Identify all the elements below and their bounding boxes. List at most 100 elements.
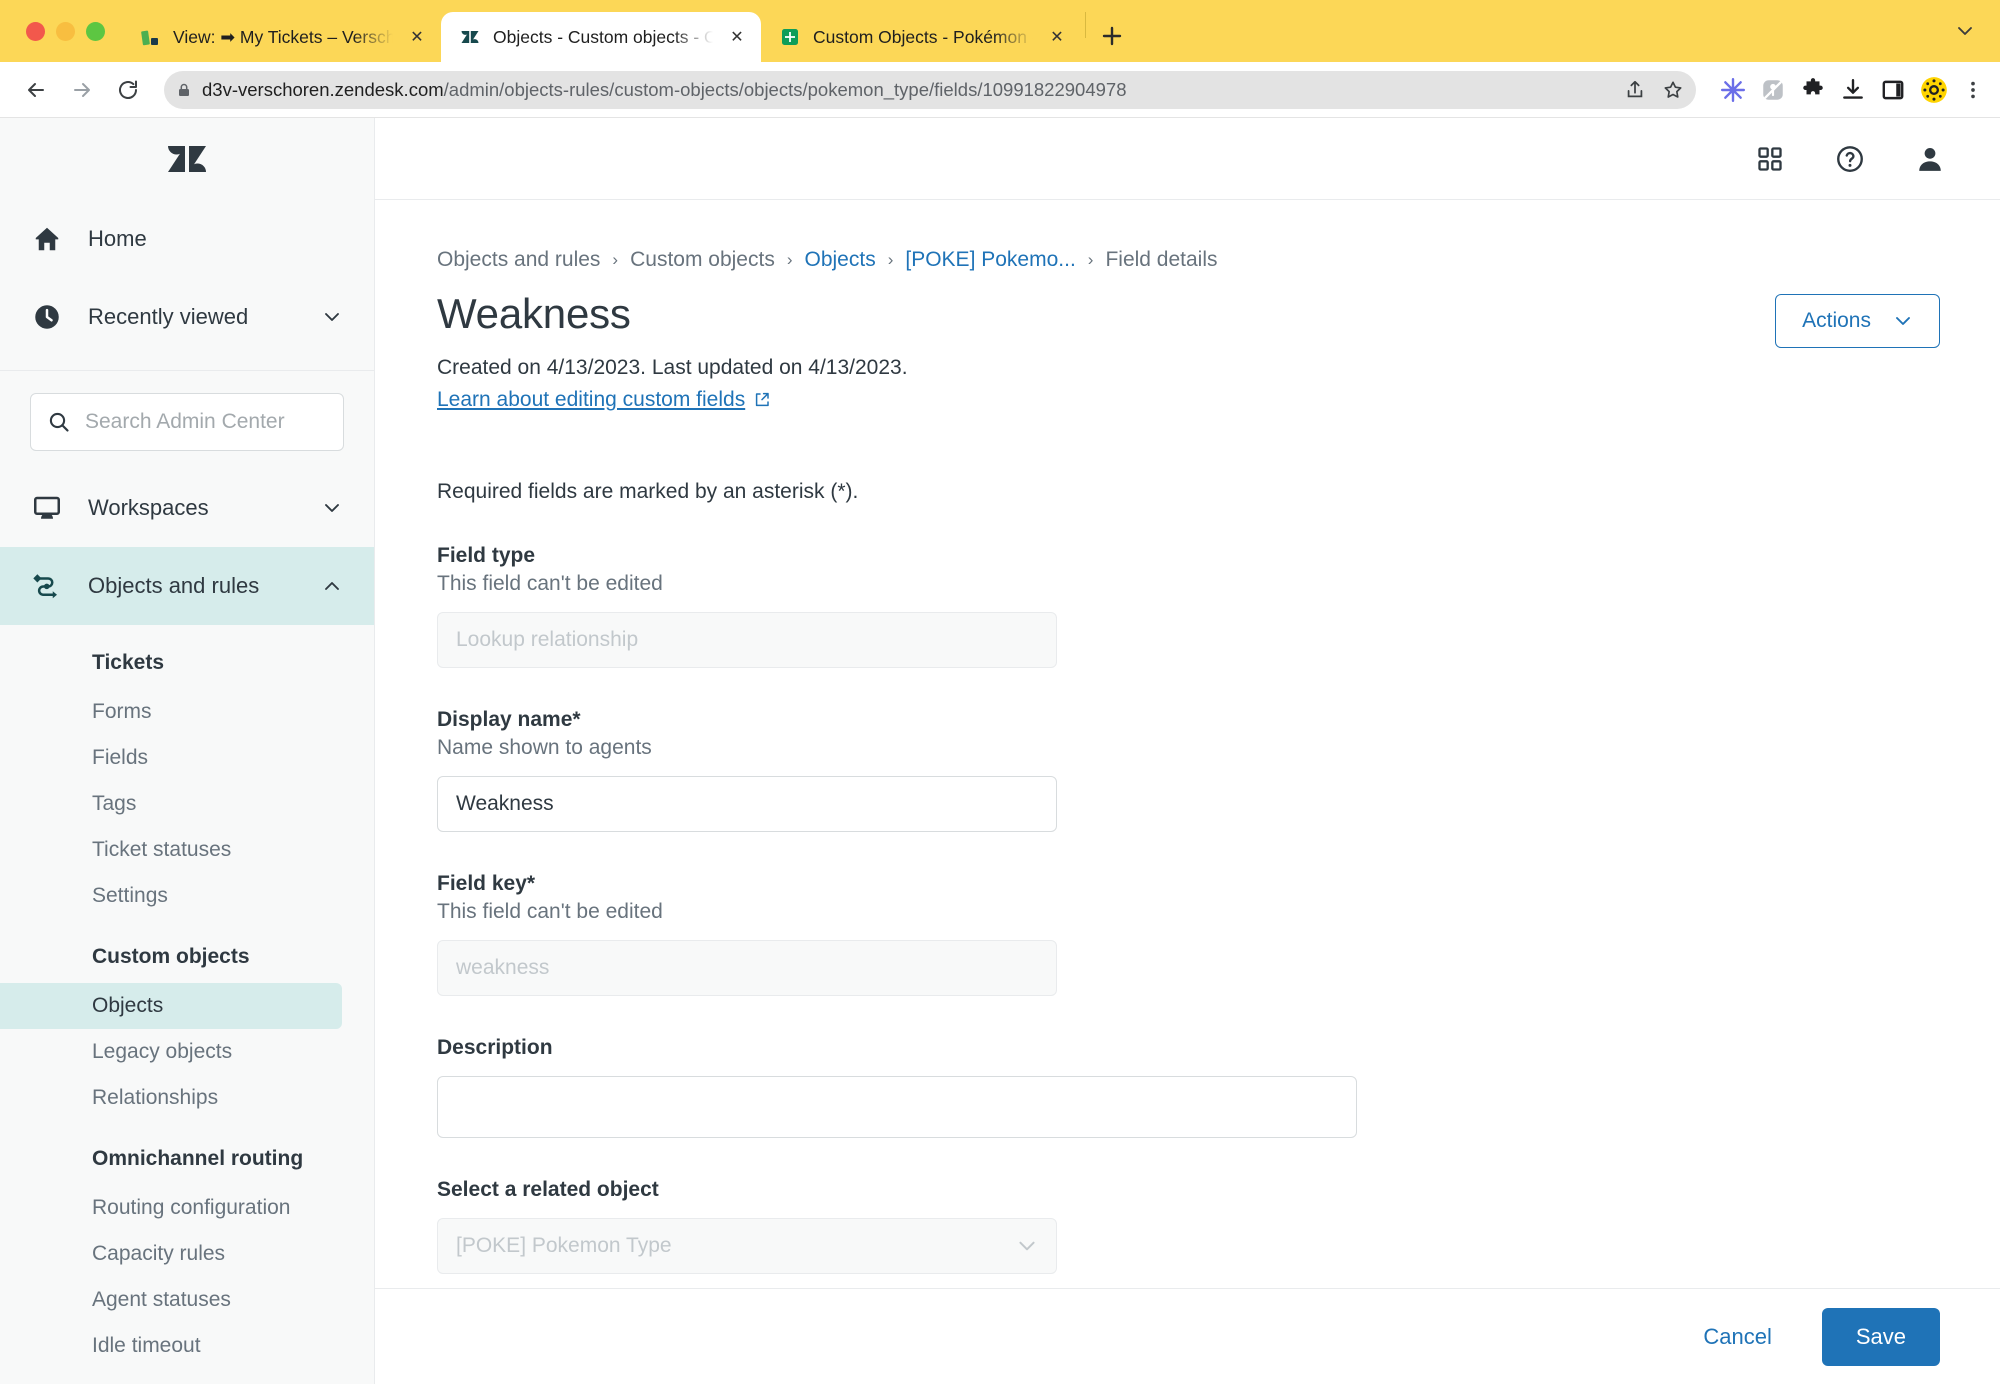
learn-about-editing-custom-fields-link[interactable]: Learn about editing custom fields	[437, 388, 771, 412]
chevron-down-icon	[1893, 311, 1913, 331]
zendesk-logo[interactable]	[0, 118, 374, 200]
field-block-field-key: Field key* This field can't be edited we…	[437, 872, 1940, 996]
actions-button[interactable]: Actions	[1775, 294, 1940, 348]
sidebar-subnav: Tickets Forms Fields Tags Ticket statuse…	[0, 625, 374, 1369]
external-link-icon	[753, 391, 771, 409]
kebab-menu-icon[interactable]	[1962, 79, 1984, 101]
chevron-up-icon[interactable]	[320, 576, 344, 596]
field-label: Select a related object	[437, 1178, 659, 1201]
display-name-input[interactable]: Weakness	[437, 776, 1057, 832]
zendesk-admin-center: Home Recently viewed Search Admin Center…	[0, 118, 2000, 1384]
related-object-value: [POKE] Pokemon Type	[456, 1234, 672, 1257]
minimize-window-button[interactable]	[56, 21, 75, 41]
clock-icon	[30, 302, 64, 332]
bookmark-star-icon[interactable]	[1662, 79, 1684, 101]
field-hint: This field can't be edited	[437, 900, 663, 923]
address-bar[interactable]: d3v-verschoren.zendesk.com/admin/objects…	[164, 70, 1696, 109]
window-traffic-lights	[18, 0, 121, 62]
sidebar-item-idle-timeout[interactable]: Idle timeout	[0, 1323, 342, 1369]
browser-tab-title: Objects - Custom objects - Ob	[493, 26, 713, 47]
sidebar-item-objects[interactable]: Objects	[0, 983, 342, 1029]
sidebar-item-fields[interactable]: Fields	[0, 735, 342, 781]
download-icon[interactable]	[1840, 77, 1866, 103]
browser-tab-2[interactable]: Objects - Custom objects - Ob ✕	[441, 12, 761, 62]
sidebar-item-label: Objects and rules	[88, 573, 260, 598]
field-block-related-object: Select a related object [POKE] Pokemon T…	[437, 1178, 1940, 1274]
help-circle-icon[interactable]	[1830, 139, 1870, 179]
sidebar-group-title-tickets: Tickets	[92, 651, 164, 674]
search-input[interactable]: Search Admin Center	[30, 393, 344, 451]
tab-search-chevron-down-icon[interactable]	[1948, 14, 1982, 48]
app-header	[375, 118, 2000, 200]
url-path: /admin/objects-rules/custom-objects/obje…	[443, 78, 1127, 100]
user-avatar-icon[interactable]	[1910, 139, 1950, 179]
field-label: Field type	[437, 544, 536, 567]
sidebar-item-home[interactable]: Home	[0, 200, 374, 278]
field-type-placeholder: Lookup relationship	[456, 628, 639, 651]
chevron-down-icon	[1016, 1235, 1038, 1257]
sidebar-item-tags[interactable]: Tags	[0, 781, 342, 827]
breadcrumb-item-pokemon-type[interactable]: [POKE] Pokemo...	[905, 248, 1075, 272]
sidebar-item-legacy-objects[interactable]: Legacy objects	[0, 1029, 342, 1075]
sidebar: Home Recently viewed Search Admin Center…	[0, 118, 375, 1384]
sidebar-item-capacity-rules[interactable]: Capacity rules	[0, 1231, 342, 1277]
sidebar-item-settings[interactable]: Settings	[0, 873, 342, 919]
close-icon[interactable]: ✕	[405, 25, 429, 49]
breadcrumb-item-objects[interactable]: Objects	[805, 248, 876, 272]
browser-tabstrip: View: ➡ My Tickets – Verschoren ✕ Object…	[0, 0, 2000, 62]
save-button[interactable]: Save	[1821, 1307, 1940, 1366]
close-window-button[interactable]	[26, 21, 45, 41]
browser-tab-title: View: ➡ My Tickets – Verschoren	[173, 26, 393, 47]
browser-tab-1[interactable]: View: ➡ My Tickets – Verschoren ✕	[121, 12, 441, 62]
sheets-favicon	[779, 26, 801, 48]
sidebar-item-recently-viewed[interactable]: Recently viewed	[0, 278, 374, 356]
reload-icon[interactable]	[108, 70, 148, 110]
browser-tab-3[interactable]: Custom Objects - Pokémon - G ✕	[761, 12, 1081, 62]
sidebar-item-agent-statuses[interactable]: Agent statuses	[0, 1277, 342, 1323]
omnibox-actions	[1624, 79, 1684, 101]
search-icon	[47, 410, 71, 434]
actions-button-label: Actions	[1802, 309, 1871, 332]
cancel-button[interactable]: Cancel	[1691, 1316, 1783, 1358]
puzzle-icon[interactable]	[1800, 77, 1826, 103]
home-icon	[30, 224, 64, 254]
learn-link-label: Learn about editing custom fields	[437, 388, 746, 411]
breadcrumb-item-objects-and-rules: Objects and rules	[437, 248, 601, 271]
description-input[interactable]	[437, 1076, 1357, 1138]
close-icon[interactable]: ✕	[1045, 25, 1069, 49]
address-bar-url: d3v-verschoren.zendesk.com/admin/objects…	[202, 79, 1614, 101]
back-arrow-icon[interactable]	[16, 70, 56, 110]
sidebar-item-forms[interactable]: Forms	[0, 689, 342, 735]
display-name-value: Weakness	[456, 792, 554, 815]
sidebar-item-relationships[interactable]: Relationships	[0, 1075, 342, 1121]
field-hint: This field can't be edited	[437, 572, 663, 595]
page-body: Objects and rules › Custom objects › Obj…	[375, 200, 2000, 1288]
sidebar-group-title-omnichannel-routing: Omnichannel routing	[92, 1147, 304, 1170]
new-tab-button[interactable]	[1090, 14, 1134, 58]
breadcrumb-separator: ›	[1087, 250, 1094, 269]
chevron-down-icon[interactable]	[320, 307, 344, 327]
sidepanel-icon[interactable]	[1880, 77, 1906, 103]
maximize-window-button[interactable]	[86, 21, 105, 41]
apps-grid-icon[interactable]	[1750, 139, 1790, 179]
field-type-input: Lookup relationship	[437, 612, 1057, 668]
profile-sun-icon[interactable]	[1920, 76, 1948, 104]
close-icon[interactable]: ✕	[725, 25, 749, 49]
breadcrumb-separator: ›	[786, 250, 793, 269]
sidebar-item-workspaces[interactable]: Workspaces	[0, 469, 374, 547]
share-icon[interactable]	[1624, 79, 1646, 101]
sidebar-item-ticket-statuses[interactable]: Ticket statuses	[0, 827, 342, 873]
field-block-field-type: Field type This field can't be edited Lo…	[437, 544, 1940, 668]
field-block-description: Description	[437, 1036, 1940, 1138]
monitor-icon	[30, 493, 64, 523]
pen-slash-icon[interactable]	[1760, 77, 1786, 103]
sidebar-item-routing-configuration[interactable]: Routing configuration	[0, 1185, 342, 1231]
sidebar-search-wrapper: Search Admin Center	[0, 371, 374, 469]
forward-arrow-icon[interactable]	[62, 70, 102, 110]
snowflake-icon[interactable]	[1720, 77, 1746, 103]
sidebar-item-objects-and-rules[interactable]: Objects and rules	[0, 547, 374, 625]
field-hint: Name shown to agents	[437, 736, 652, 759]
breadcrumb-separator: ›	[887, 250, 894, 269]
tab-divider	[1085, 12, 1086, 38]
chevron-down-icon[interactable]	[320, 498, 344, 518]
